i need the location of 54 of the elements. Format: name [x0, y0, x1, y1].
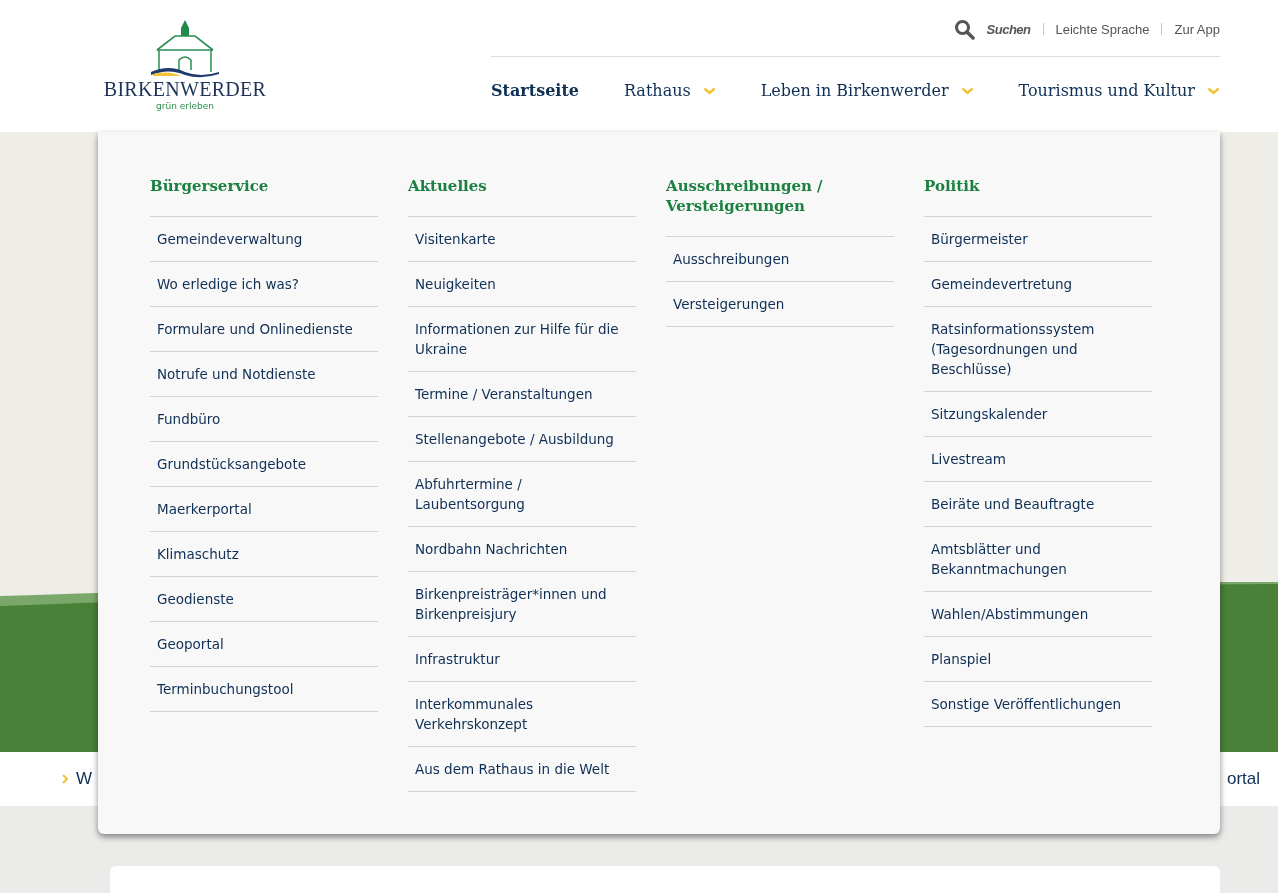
menu-item[interactable]: Interkommunales Verkehrskonzept [408, 682, 636, 747]
menu-heading: Politik [924, 176, 1152, 217]
chevron-down-icon [1206, 86, 1220, 95]
menu-item[interactable]: Bürgermeister [924, 217, 1152, 262]
menu-heading: Bürgerservice [150, 176, 378, 217]
chevron-down-icon [960, 86, 974, 95]
menu-item[interactable]: Sitzungskalender [924, 392, 1152, 437]
menu-item[interactable]: Stellenangebote / Ausbildung [408, 417, 636, 462]
nav-item[interactable]: Tourismus und Kultur [1018, 81, 1220, 100]
quick-link[interactable]: W [62, 769, 93, 789]
menu-item[interactable]: Ratsinformationssystem (Tagesordnungen und Beschlüsse) [924, 307, 1152, 392]
menu-item[interactable]: Ausschreibungen [666, 237, 894, 282]
chevron-right-icon [62, 774, 68, 784]
utility-link[interactable]: Leichte Sprache [1055, 21, 1150, 37]
chevron-down-icon [702, 86, 716, 95]
menu-item[interactable]: Maerkerportal [150, 487, 378, 532]
menu-item[interactable]: Termine / Veranstaltungen [408, 372, 636, 417]
menu-item[interactable]: Aus dem Rathaus in die Welt [408, 747, 636, 792]
quick-link[interactable]: ortal [1226, 769, 1260, 789]
menu-item[interactable]: Notrufe und Notdienste [150, 352, 378, 397]
menu-item[interactable]: Terminbuchungstool [150, 667, 378, 712]
menu-item[interactable]: Birkenpreisträger*innen und Birkenpreisjury [408, 572, 636, 637]
menu-item[interactable]: Wo erledige ich was? [150, 262, 378, 307]
utility-link[interactable]: Zur App [1174, 21, 1220, 37]
menu-item[interactable]: Versteigerungen [666, 282, 894, 327]
menu-item[interactable]: Planspiel [924, 637, 1152, 682]
menu-item[interactable]: Gemeindeverwaltung [150, 217, 378, 262]
menu-item[interactable]: Beiräte und Beauftragte [924, 482, 1152, 527]
nav-item[interactable]: Rathaus [623, 81, 716, 100]
menu-item[interactable]: Infrastruktur [408, 637, 636, 682]
menu-item[interactable]: Klimaschutz [150, 532, 378, 577]
menu-heading: Aktuelles [408, 176, 636, 217]
logo-tagline: grün erleben [156, 100, 214, 112]
menu-item[interactable]: Geodienste [150, 577, 378, 622]
menu-item[interactable]: Formulare und Onlinedienste [150, 307, 378, 352]
menu-item[interactable]: Nordbahn Nachrichten [408, 527, 636, 572]
nav-item[interactable]: Leben in Birkenwerder [760, 81, 974, 100]
menu-item[interactable]: Sonstige Veröffentlichungen [924, 682, 1152, 727]
menu-item[interactable]: Neuigkeiten [408, 262, 636, 307]
search-icon[interactable] [953, 18, 975, 40]
menu-item[interactable]: Abfuhrtermine / Laubentsorgung [408, 462, 636, 527]
menu-item[interactable]: Gemeindevertretung [924, 262, 1152, 307]
menu-item[interactable]: Informationen zur Hilfe für die Ukraine [408, 307, 636, 372]
menu-item[interactable]: Livestream [924, 437, 1152, 482]
menu-item[interactable]: Geoportal [150, 622, 378, 667]
logo-name: BIRKENWERDER [103, 78, 267, 100]
menu-item[interactable]: Visitenkarte [408, 217, 636, 262]
nav-item[interactable]: Startseite [491, 81, 579, 100]
menu-item[interactable]: Amtsblätter und Bekanntmachungen [924, 527, 1152, 592]
menu-item[interactable]: Fundbüro [150, 397, 378, 442]
menu-heading: Ausschreibungen / Versteigerungen [666, 176, 894, 237]
search-link[interactable]: Suchen [986, 21, 1031, 37]
menu-item[interactable]: Grundstücksangebote [150, 442, 378, 487]
menu-item[interactable]: Wahlen/Abstimmungen [924, 592, 1152, 637]
